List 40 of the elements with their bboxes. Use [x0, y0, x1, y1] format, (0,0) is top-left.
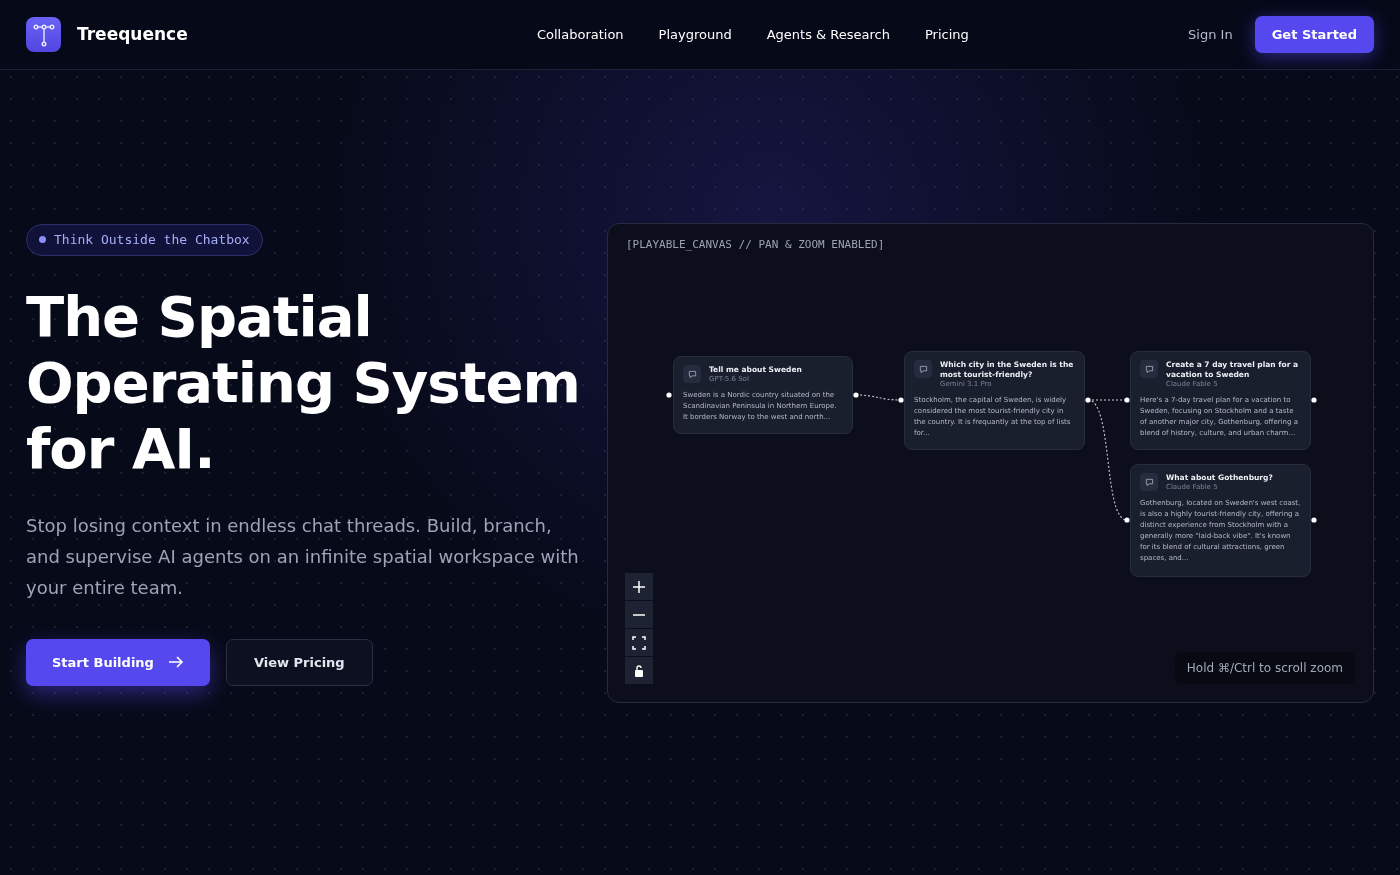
chat-bubble-icon: [1140, 473, 1158, 491]
connector-handle[interactable]: [898, 397, 904, 403]
connector-handle[interactable]: [1311, 517, 1317, 523]
fit-view-icon: [632, 635, 646, 650]
view-pricing-button[interactable]: View Pricing: [225, 638, 373, 686]
connector-handle[interactable]: [1124, 517, 1130, 523]
zoom-out-icon: [632, 613, 646, 616]
zoom-in-icon: [632, 579, 646, 594]
nav-link[interactable]: Playground: [658, 24, 732, 45]
chat-node[interactable]: [904, 351, 1085, 450]
canvas-header: [PLAYABLE_CANVAS // PAN & ZOOM ENABLED]: [626, 237, 885, 253]
connector-handle[interactable]: [1311, 397, 1317, 403]
hero-subtitle: Stop losing context in endless chat threads. Build, branch, and supervise AI agents on an infinite spatial workspace with your entire team.: [26, 513, 580, 600]
brand-name: Treequence: [77, 22, 188, 46]
hero-heading: The Spatial Operating System for AI.: [26, 283, 581, 482]
connector-handle[interactable]: [666, 392, 672, 398]
dot-icon: [39, 236, 46, 244]
chat-node[interactable]: [1130, 351, 1311, 450]
get-started-button[interactable]: Get Started: [1254, 15, 1374, 54]
connector-handle[interactable]: [1085, 397, 1091, 403]
connector-handle[interactable]: [1124, 397, 1130, 403]
chat-node[interactable]: [1130, 464, 1311, 577]
nav-link[interactable]: Pricing: [925, 24, 969, 45]
lock-icon: [632, 663, 646, 678]
start-building-button[interactable]: Start Building: [26, 638, 210, 686]
zoom-out-button[interactable]: [625, 601, 653, 628]
nav-link[interactable]: Agents & Research: [766, 24, 890, 45]
connector-handle[interactable]: [853, 392, 859, 398]
chat-bubble-icon: [683, 365, 701, 383]
logo-icon[interactable]: [26, 17, 61, 52]
zoom-in-button[interactable]: [625, 573, 653, 600]
zoom-hint: Hold ⌘/Ctrl to scroll zoom: [1174, 652, 1355, 684]
arrow-right-icon: [167, 656, 184, 669]
badge-text: Think Outside the Chatbox: [54, 231, 250, 249]
lock-button[interactable]: [625, 657, 653, 684]
nav-link[interactable]: Collaboration: [536, 24, 624, 45]
fit-view-button[interactable]: [625, 629, 653, 656]
sign-in-link[interactable]: Sign In: [1188, 24, 1233, 45]
chat-bubble-icon: [1140, 360, 1158, 378]
chat-bubble-icon: [914, 360, 932, 378]
